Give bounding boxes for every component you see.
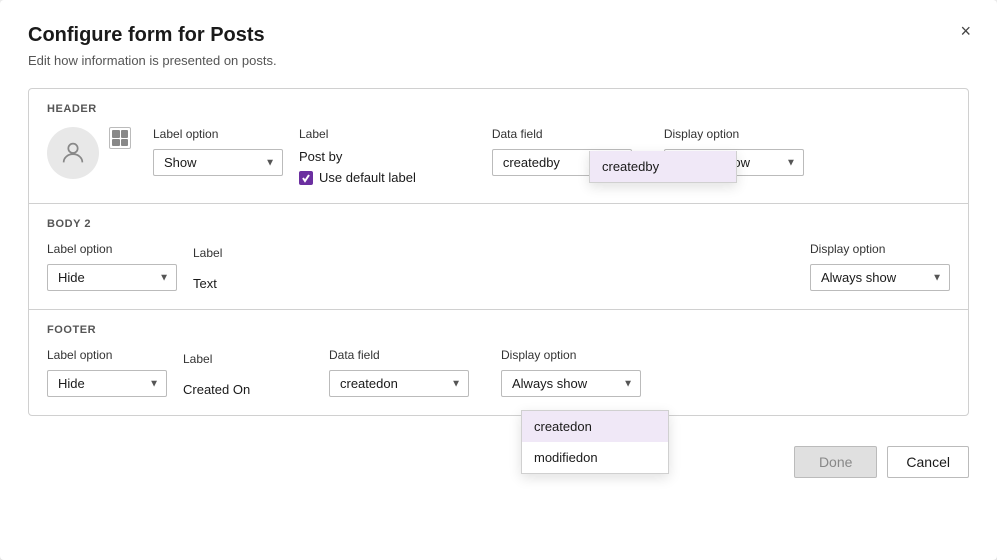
- header-label-label: Label: [299, 127, 416, 141]
- footer-label-group: Label Created On: [183, 352, 293, 397]
- body2-display-option-select-wrap: Always show Never show ▼: [810, 264, 950, 291]
- footer-display-option-label: Display option: [501, 348, 641, 362]
- header-label-group: Label Post by Use default label: [299, 127, 416, 185]
- footer-label-option-select[interactable]: Show Hide: [47, 370, 167, 397]
- close-icon: ×: [960, 21, 971, 41]
- body2-label-value: Text: [193, 276, 303, 291]
- body2-label-option-select-wrap: Show Hide ▼: [47, 264, 177, 291]
- footer-fields-row: Label option Show Hide ▼ Label Created O…: [47, 348, 950, 397]
- header-dropdown-item-createdby[interactable]: createdby: [590, 151, 736, 182]
- avatar: [47, 127, 99, 179]
- footer-display-option-group: Display option Always show Never show ▼: [501, 348, 641, 397]
- cancel-button[interactable]: Cancel: [887, 446, 969, 478]
- dialog-footer: Done Cancel: [28, 436, 969, 478]
- body2-label-group: Label Text: [193, 246, 303, 291]
- avatar-area: [47, 127, 131, 185]
- footer-section: FOOTER Label option Show Hide ▼ Label: [29, 310, 968, 415]
- done-button[interactable]: Done: [794, 446, 877, 478]
- footer-display-option-select-wrap: Always show Never show ▼: [501, 370, 641, 397]
- dialog-subtitle: Edit how information is presented on pos…: [28, 53, 969, 68]
- footer-data-field-select[interactable]: createdon modifiedon: [329, 370, 469, 397]
- footer-label-option-label: Label option: [47, 348, 167, 362]
- use-default-label-text: Use default label: [319, 170, 416, 185]
- body2-label-option-select[interactable]: Show Hide: [47, 264, 177, 291]
- header-section: HEADER: [29, 89, 968, 204]
- header-content: Label option Show Hide ▼ Label: [47, 127, 950, 185]
- footer-label-value: Created On: [183, 382, 293, 397]
- footer-label-option-select-wrap: Show Hide ▼: [47, 370, 167, 397]
- footer-label-label: Label: [183, 352, 293, 366]
- header-data-field-label: Data field: [492, 127, 632, 141]
- configure-form-dialog: Configure form for Posts Edit how inform…: [0, 0, 997, 560]
- footer-data-field-group: Data field createdon modifiedon ▼: [329, 348, 469, 397]
- sections-container: HEADER: [28, 88, 969, 416]
- use-default-label-checkbox[interactable]: [299, 171, 313, 185]
- header-label-option-group: Label option Show Hide ▼: [153, 127, 283, 176]
- body2-fields-row: Label option Show Hide ▼ Label Text: [47, 242, 950, 291]
- footer-data-field-select-wrap: createdon modifiedon ▼: [329, 370, 469, 397]
- footer-section-label: FOOTER: [47, 324, 950, 336]
- grid-icon: [109, 127, 131, 149]
- header-label-text-area: Post by Use default label: [299, 149, 416, 185]
- footer-data-field-dropdown: createdon modifiedon: [521, 410, 669, 474]
- body2-display-option-select[interactable]: Always show Never show: [810, 264, 950, 291]
- body2-section: BODY 2 Label option Show Hide ▼ Label: [29, 204, 968, 310]
- header-label-option-select[interactable]: Show Hide: [153, 149, 283, 176]
- header-section-label: HEADER: [47, 103, 950, 115]
- close-button[interactable]: ×: [954, 18, 977, 44]
- footer-dropdown-item-modifiedon[interactable]: modifiedon: [522, 442, 668, 473]
- body2-section-label: BODY 2: [47, 218, 950, 230]
- use-default-label-row: Use default label: [299, 170, 416, 185]
- body2-label-option-label: Label option: [47, 242, 177, 256]
- header-data-field-dropdown: createdby: [589, 151, 737, 183]
- body2-display-option-group: Display option Always show Never show ▼: [810, 242, 950, 291]
- dialog-title: Configure form for Posts: [28, 24, 969, 47]
- footer-data-field-label: Data field: [329, 348, 469, 362]
- footer-display-option-select[interactable]: Always show Never show: [501, 370, 641, 397]
- header-label-option-label: Label option: [153, 127, 283, 141]
- footer-dropdown-item-createdon[interactable]: createdon: [522, 411, 668, 442]
- body2-label-label: Label: [193, 246, 303, 260]
- checkmark-icon: [301, 173, 311, 183]
- body2-label-option-group: Label option Show Hide ▼: [47, 242, 177, 291]
- footer-label-option-group: Label option Show Hide ▼: [47, 348, 167, 397]
- header-display-option-label: Display option: [664, 127, 804, 141]
- body2-display-option-label: Display option: [810, 242, 950, 256]
- header-label-value: Post by: [299, 149, 416, 164]
- header-fields-row: Label option Show Hide ▼ Label: [153, 127, 950, 185]
- header-label-option-select-wrap: Show Hide ▼: [153, 149, 283, 176]
- user-icon: [59, 139, 87, 167]
